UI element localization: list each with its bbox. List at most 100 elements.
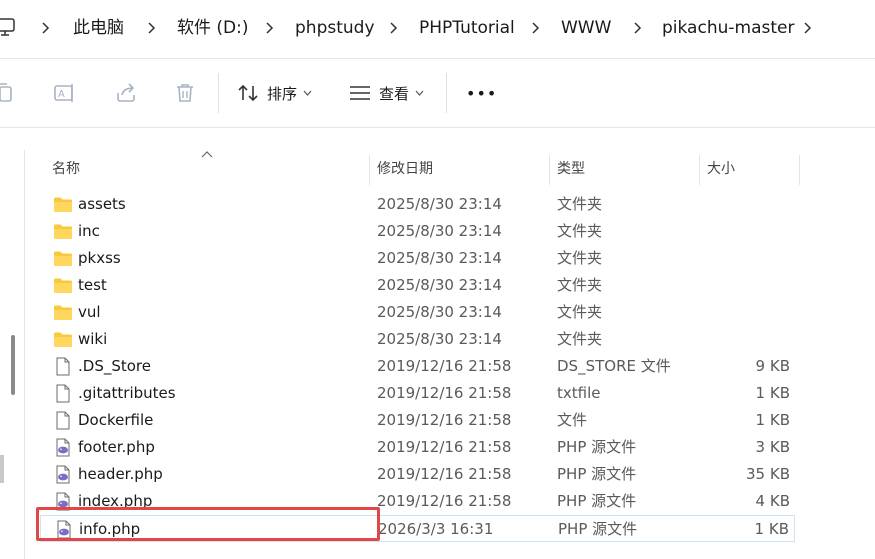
column-separator[interactable] xyxy=(369,155,370,185)
chevron-right-icon[interactable] xyxy=(264,20,274,36)
rename-icon[interactable]: A xyxy=(53,81,77,105)
breadcrumb-item-www[interactable]: WWW xyxy=(561,16,611,40)
folder-icon xyxy=(53,276,73,295)
php-file-icon xyxy=(54,520,74,539)
file-type: 文件夹 xyxy=(557,330,603,348)
folder-row[interactable]: pkxss 2025/8/30 23:14 文件夹 xyxy=(40,245,795,272)
chevron-right-icon[interactable] xyxy=(632,20,642,36)
breadcrumb-item-phptutorial[interactable]: PHPTutorial xyxy=(419,16,515,40)
folder-icon xyxy=(53,330,73,349)
file-icon xyxy=(53,357,73,376)
column-header-type[interactable]: 类型 xyxy=(557,153,585,185)
chevron-right-icon[interactable] xyxy=(802,20,812,36)
folder-icon xyxy=(53,195,73,214)
chevron-down-icon xyxy=(415,90,424,96)
sort-ascending-icon xyxy=(201,151,213,158)
command-bar: A 排序 查看 ••• xyxy=(0,59,875,128)
folder-icon xyxy=(53,303,73,322)
file-size: 35 KB xyxy=(746,465,790,483)
chevron-right-icon[interactable] xyxy=(388,20,398,36)
file-row[interactable]: .DS_Store 2019/12/16 21:58 DS_STORE 文件 9 KB xyxy=(40,353,795,380)
sort-icon xyxy=(238,84,258,102)
file-name: footer.php xyxy=(78,438,155,456)
breadcrumb-item-drive-d[interactable]: 软件 (D:) xyxy=(177,16,249,40)
file-type: 文件夹 xyxy=(557,303,603,321)
file-row[interactable]: .gitattributes 2019/12/16 21:58 txtfile 1 K… xyxy=(40,380,795,407)
file-size: 4 KB xyxy=(755,492,790,510)
copy-icon[interactable] xyxy=(0,81,16,105)
file-type: DS_STORE 文件 xyxy=(557,357,671,375)
svg-text:A: A xyxy=(58,89,65,100)
file-name: header.php xyxy=(78,465,163,483)
file-size: 1 KB xyxy=(755,384,790,402)
nav-scrollbar-thumb[interactable] xyxy=(11,335,15,395)
folder-row[interactable]: assets 2025/8/30 23:14 文件夹 xyxy=(40,191,795,218)
file-name: Dockerfile xyxy=(78,411,154,429)
view-button[interactable]: 查看 xyxy=(349,77,424,109)
file-size: 1 KB xyxy=(755,411,790,429)
view-label: 查看 xyxy=(379,84,410,103)
nav-scrollbar-track[interactable] xyxy=(0,455,4,483)
chevron-down-icon xyxy=(303,90,312,96)
chevron-right-icon[interactable] xyxy=(146,20,156,36)
folder-row[interactable]: wiki 2025/8/30 23:14 文件夹 xyxy=(40,326,795,353)
breadcrumb-item-this-pc[interactable]: 此电脑 xyxy=(73,16,124,40)
folder-row[interactable]: vul 2025/8/30 23:14 文件夹 xyxy=(40,299,795,326)
file-row[interactable]: header.php 2019/12/16 21:58 PHP 源文件 35 KB xyxy=(40,461,795,488)
chevron-right-icon[interactable] xyxy=(530,20,540,36)
breadcrumb-item-phpstudy[interactable]: phpstudy xyxy=(295,16,375,40)
more-options-button[interactable]: ••• xyxy=(466,77,497,109)
toolbar-separator xyxy=(218,73,219,113)
file-name: pkxss xyxy=(78,249,121,267)
file-type: 文件夹 xyxy=(557,249,603,267)
file-name: .DS_Store xyxy=(78,357,151,375)
column-header-name[interactable]: 名称 xyxy=(52,153,80,185)
php-file-icon xyxy=(53,465,73,484)
column-header-size[interactable]: 大小 xyxy=(707,153,735,185)
file-modified-date: 2025/8/30 23:14 xyxy=(377,330,502,348)
file-type: PHP 源文件 xyxy=(557,492,637,510)
file-modified-date: 2019/12/16 21:58 xyxy=(377,384,512,402)
toolbar-separator xyxy=(446,73,447,113)
view-list-icon xyxy=(350,86,370,100)
file-modified-date: 2019/12/16 21:58 xyxy=(377,492,512,510)
column-header-date[interactable]: 修改日期 xyxy=(377,153,433,185)
file-row[interactable]: footer.php 2019/12/16 21:58 PHP 源文件 3 KB xyxy=(40,434,795,461)
file-type: PHP 源文件 xyxy=(557,465,637,483)
sort-button[interactable]: 排序 xyxy=(237,77,312,109)
column-separator[interactable] xyxy=(699,155,700,185)
file-modified-date: 2025/8/30 23:14 xyxy=(377,303,502,321)
file-name: wiki xyxy=(78,330,108,348)
file-size: 1 KB xyxy=(754,520,789,538)
file-modified-date: 2026/3/3 16:31 xyxy=(378,520,494,538)
file-modified-date: 2025/8/30 23:14 xyxy=(377,276,502,294)
computer-icon[interactable] xyxy=(0,16,16,38)
folder-icon xyxy=(53,249,73,268)
file-row[interactable]: index.php 2019/12/16 21:58 PHP 源文件 4 KB xyxy=(40,488,795,515)
file-row[interactable]: Dockerfile 2019/12/16 21:58 文件 1 KB xyxy=(40,407,795,434)
file-type: PHP 源文件 xyxy=(558,520,638,538)
column-header-bar: 名称 修改日期 类型 大小 xyxy=(40,151,800,185)
address-bar[interactable]: 此电脑 软件 (D:) phpstudy PHPTutorial WWW pik… xyxy=(0,0,875,59)
file-modified-date: 2019/12/16 21:58 xyxy=(377,411,512,429)
pane-divider[interactable] xyxy=(24,150,25,559)
file-name: index.php xyxy=(78,492,153,510)
file-modified-date: 2019/12/16 21:58 xyxy=(377,357,512,375)
file-size: 3 KB xyxy=(755,438,790,456)
delete-icon[interactable] xyxy=(173,81,197,105)
sort-label: 排序 xyxy=(267,84,298,103)
chevron-right-icon[interactable] xyxy=(40,20,50,36)
file-modified-date: 2019/12/16 21:58 xyxy=(377,465,512,483)
file-size: 9 KB xyxy=(755,357,790,375)
file-name: info.php xyxy=(79,520,141,538)
folder-row[interactable]: test 2025/8/30 23:14 文件夹 xyxy=(40,272,795,299)
share-icon[interactable] xyxy=(114,81,138,105)
more-icon: ••• xyxy=(466,83,498,103)
column-separator[interactable] xyxy=(799,155,800,185)
breadcrumb-item-pikachu-master[interactable]: pikachu-master xyxy=(662,16,794,40)
folder-row[interactable]: inc 2025/8/30 23:14 文件夹 xyxy=(40,218,795,245)
file-modified-date: 2025/8/30 23:14 xyxy=(377,195,502,213)
file-row[interactable]: info.php 2026/3/3 16:31 PHP 源文件 1 KB xyxy=(40,515,795,542)
column-separator[interactable] xyxy=(549,155,550,185)
php-file-icon xyxy=(53,438,73,457)
